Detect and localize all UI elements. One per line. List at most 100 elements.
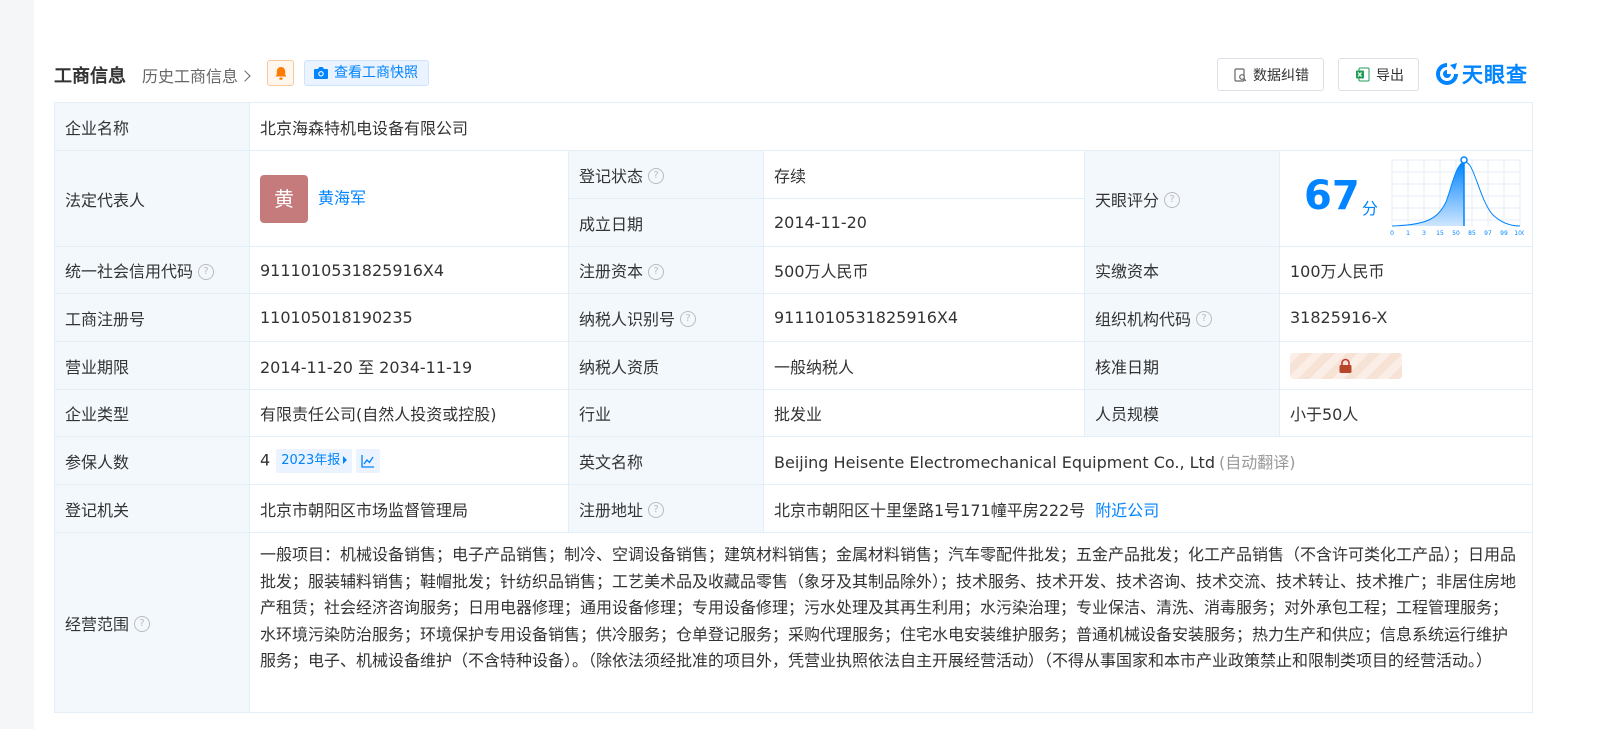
vip-locked-value[interactable] bbox=[1290, 352, 1402, 379]
org-code-label: 组织机构代码 bbox=[1095, 309, 1192, 329]
company-type-label: 企业类型 bbox=[54, 389, 250, 437]
view-snapshot-button[interactable]: 查看工商快照 bbox=[304, 60, 429, 86]
taxpayer-id-label: 纳税人识别号 bbox=[579, 309, 676, 329]
business-info-table: 企业名称 北京海森特机电设备有限公司 法定代表人 黄黄海军 登记状态? 存续 天… bbox=[54, 102, 1534, 713]
company-name-label: 企业名称 bbox=[54, 102, 250, 151]
score-axis-tick: 1 bbox=[1406, 230, 1410, 237]
taxpayer-id-value: 9111010531825916X4 bbox=[763, 293, 1085, 342]
credit-code-value: 9111010531825916X4 bbox=[249, 246, 569, 294]
score-distribution-chart: 0 1 3 15 50 85 97 99 100 bbox=[1390, 156, 1524, 237]
insured-cell: 4 2023年报 bbox=[249, 436, 569, 485]
reg-address-label-cell: 注册地址? bbox=[568, 484, 764, 533]
table-row: 经营范围? 一般项目：机械设备销售；电子产品销售；制冷、空调设备销售；建筑材料销… bbox=[54, 532, 1534, 713]
logo-text: 天眼查 bbox=[1462, 63, 1528, 87]
company-type-value: 有限责任公司(自然人投资或控股) bbox=[249, 389, 569, 437]
reg-authority-value: 北京市朝阳区市场监督管理局 bbox=[249, 484, 569, 533]
score-axis-tick: 50 bbox=[1452, 230, 1460, 237]
bell-icon bbox=[275, 67, 287, 80]
section-title: 工商信息 bbox=[54, 66, 126, 87]
approve-date-label: 核准日期 bbox=[1084, 341, 1280, 390]
history-info-link[interactable]: 历史工商信息 bbox=[142, 63, 251, 87]
org-code-label-cell: 组织机构代码? bbox=[1084, 293, 1280, 342]
help-icon[interactable]: ? bbox=[648, 168, 665, 184]
found-date-value: 2014-11-20 bbox=[763, 198, 1085, 247]
reg-status-label-cell: 登记状态? bbox=[568, 150, 764, 199]
industry-label: 行业 bbox=[568, 389, 764, 437]
legal-rep-cell: 黄黄海军 bbox=[249, 150, 569, 247]
table-row: 登记机关 北京市朝阳区市场监督管理局 注册地址? 北京市朝阳区十里堡路1号171… bbox=[54, 484, 1534, 533]
english-name-value: Beijing Heisente Electromechanical Equip… bbox=[774, 452, 1215, 472]
help-icon[interactable]: ? bbox=[648, 502, 665, 518]
auto-translate-note: (自动翻译) bbox=[1218, 452, 1296, 472]
caret-right-icon bbox=[343, 455, 348, 464]
reg-address-value: 北京市朝阳区十里堡路1号171幢平房222号 bbox=[774, 500, 1086, 520]
paid-capital-value: 100万人民币 bbox=[1278, 246, 1534, 294]
help-icon[interactable]: ? bbox=[134, 616, 151, 632]
lock-icon bbox=[1339, 358, 1352, 373]
score-cell[interactable]: 67 分 0 1 3 15 50 85 97 99 100 bbox=[1278, 150, 1534, 247]
table-row: 营业期限 2014-11-20 至 2034-11-19 纳税人资质 一般纳税人… bbox=[54, 341, 1534, 390]
reg-status-value: 存续 bbox=[763, 150, 1085, 199]
help-icon[interactable]: ? bbox=[648, 263, 665, 280]
org-code-value: 31825916-X bbox=[1278, 293, 1534, 342]
score-label: 天眼评分 bbox=[1095, 190, 1160, 210]
tianyancha-logo: 天眼查 bbox=[1434, 58, 1528, 90]
annual-report-label: 2023年报 bbox=[281, 452, 341, 468]
industry-value: 批发业 bbox=[763, 389, 1085, 437]
insured-value: 4 bbox=[260, 450, 271, 469]
reg-capital-label: 注册资本 bbox=[579, 262, 644, 281]
excel-icon bbox=[1356, 67, 1370, 82]
table-row: 工商注册号 110105018190235 纳税人识别号? 9111010531… bbox=[54, 293, 1534, 342]
taxpayer-qual-value: 一般纳税人 bbox=[763, 341, 1085, 390]
avatar[interactable]: 黄 bbox=[260, 174, 308, 223]
table-row: 参保人数 4 2023年报 英文名称 Beijing Heisente Elect… bbox=[54, 436, 1534, 485]
help-icon[interactable]: ? bbox=[198, 263, 215, 280]
score-number: 67 bbox=[1304, 173, 1360, 219]
trend-chart-button[interactable] bbox=[356, 448, 381, 473]
score-axis-tick: 100 bbox=[1514, 230, 1524, 237]
found-date-label: 成立日期 bbox=[568, 198, 764, 247]
score-axis-tick: 3 bbox=[1422, 230, 1426, 237]
table-row: 统一社会信用代码? 9111010531825916X4 注册资本? 500万人… bbox=[54, 246, 1534, 294]
score-axis-tick: 0 bbox=[1390, 230, 1394, 237]
reg-address-cell: 北京市朝阳区十里堡路1号171幢平房222号 附近公司 bbox=[762, 484, 1534, 533]
export-label: 导出 bbox=[1376, 67, 1404, 84]
reg-number-label: 工商注册号 bbox=[54, 293, 250, 342]
data-correction-label: 数据纠错 bbox=[1253, 67, 1309, 84]
paid-capital-label: 实缴资本 bbox=[1084, 246, 1280, 294]
reg-number-value: 110105018190235 bbox=[249, 293, 569, 342]
help-icon[interactable]: ? bbox=[680, 311, 697, 327]
export-button[interactable]: 导出 bbox=[1338, 58, 1419, 91]
data-correction-button[interactable]: 数据纠错 bbox=[1217, 58, 1324, 91]
score-axis-tick: 97 bbox=[1484, 230, 1492, 237]
reg-capital-value: 500万人民币 bbox=[763, 246, 1085, 294]
line-chart-icon bbox=[361, 454, 375, 468]
table-row: 企业名称 北京海森特机电设备有限公司 bbox=[54, 102, 1534, 151]
english-name-label: 英文名称 bbox=[568, 436, 764, 485]
table-row: 法定代表人 黄黄海军 登记状态? 存续 天眼评分? 67 分 0 1 3 15 … bbox=[54, 150, 1534, 247]
business-info-card: 工商信息 历史工商信息 查看工商快照 数据纠错 导出 天眼查 企业名称 北京海森… bbox=[34, 0, 1612, 729]
section-header: 工商信息 历史工商信息 查看工商快照 数据纠错 导出 天眼查 bbox=[54, 58, 1592, 91]
score-axis-tick: 99 bbox=[1500, 230, 1508, 237]
taxpayer-id-label-cell: 纳税人识别号? bbox=[568, 293, 764, 342]
monitor-bell-button[interactable] bbox=[267, 60, 294, 86]
biz-scope-label-cell: 经营范围? bbox=[54, 532, 250, 713]
company-name-value: 北京海森特机电设备有限公司 bbox=[248, 102, 1534, 151]
tianyancha-logo-icon bbox=[1436, 63, 1458, 85]
english-name-cell: Beijing Heisente Electromechanical Equip… bbox=[762, 436, 1534, 485]
reg-status-label: 登记状态 bbox=[579, 166, 644, 186]
help-icon[interactable]: ? bbox=[1164, 192, 1181, 208]
legal-rep-label: 法定代表人 bbox=[54, 150, 250, 247]
legal-rep-name-link[interactable]: 黄海军 bbox=[318, 188, 366, 207]
staff-size-value: 小于50人 bbox=[1278, 389, 1534, 437]
score-axis-tick: 85 bbox=[1468, 230, 1476, 237]
nearby-companies-link[interactable]: 附近公司 bbox=[1095, 501, 1159, 520]
reg-authority-label: 登记机关 bbox=[54, 484, 250, 533]
reg-capital-label-cell: 注册资本? bbox=[568, 246, 764, 294]
annual-report-tag[interactable]: 2023年报 bbox=[276, 448, 353, 473]
score-label-cell: 天眼评分? bbox=[1084, 150, 1280, 247]
help-icon[interactable]: ? bbox=[1196, 311, 1213, 327]
credit-code-label-cell: 统一社会信用代码? bbox=[54, 246, 250, 294]
insured-label: 参保人数 bbox=[54, 436, 250, 485]
credit-code-label: 统一社会信用代码 bbox=[65, 262, 194, 281]
